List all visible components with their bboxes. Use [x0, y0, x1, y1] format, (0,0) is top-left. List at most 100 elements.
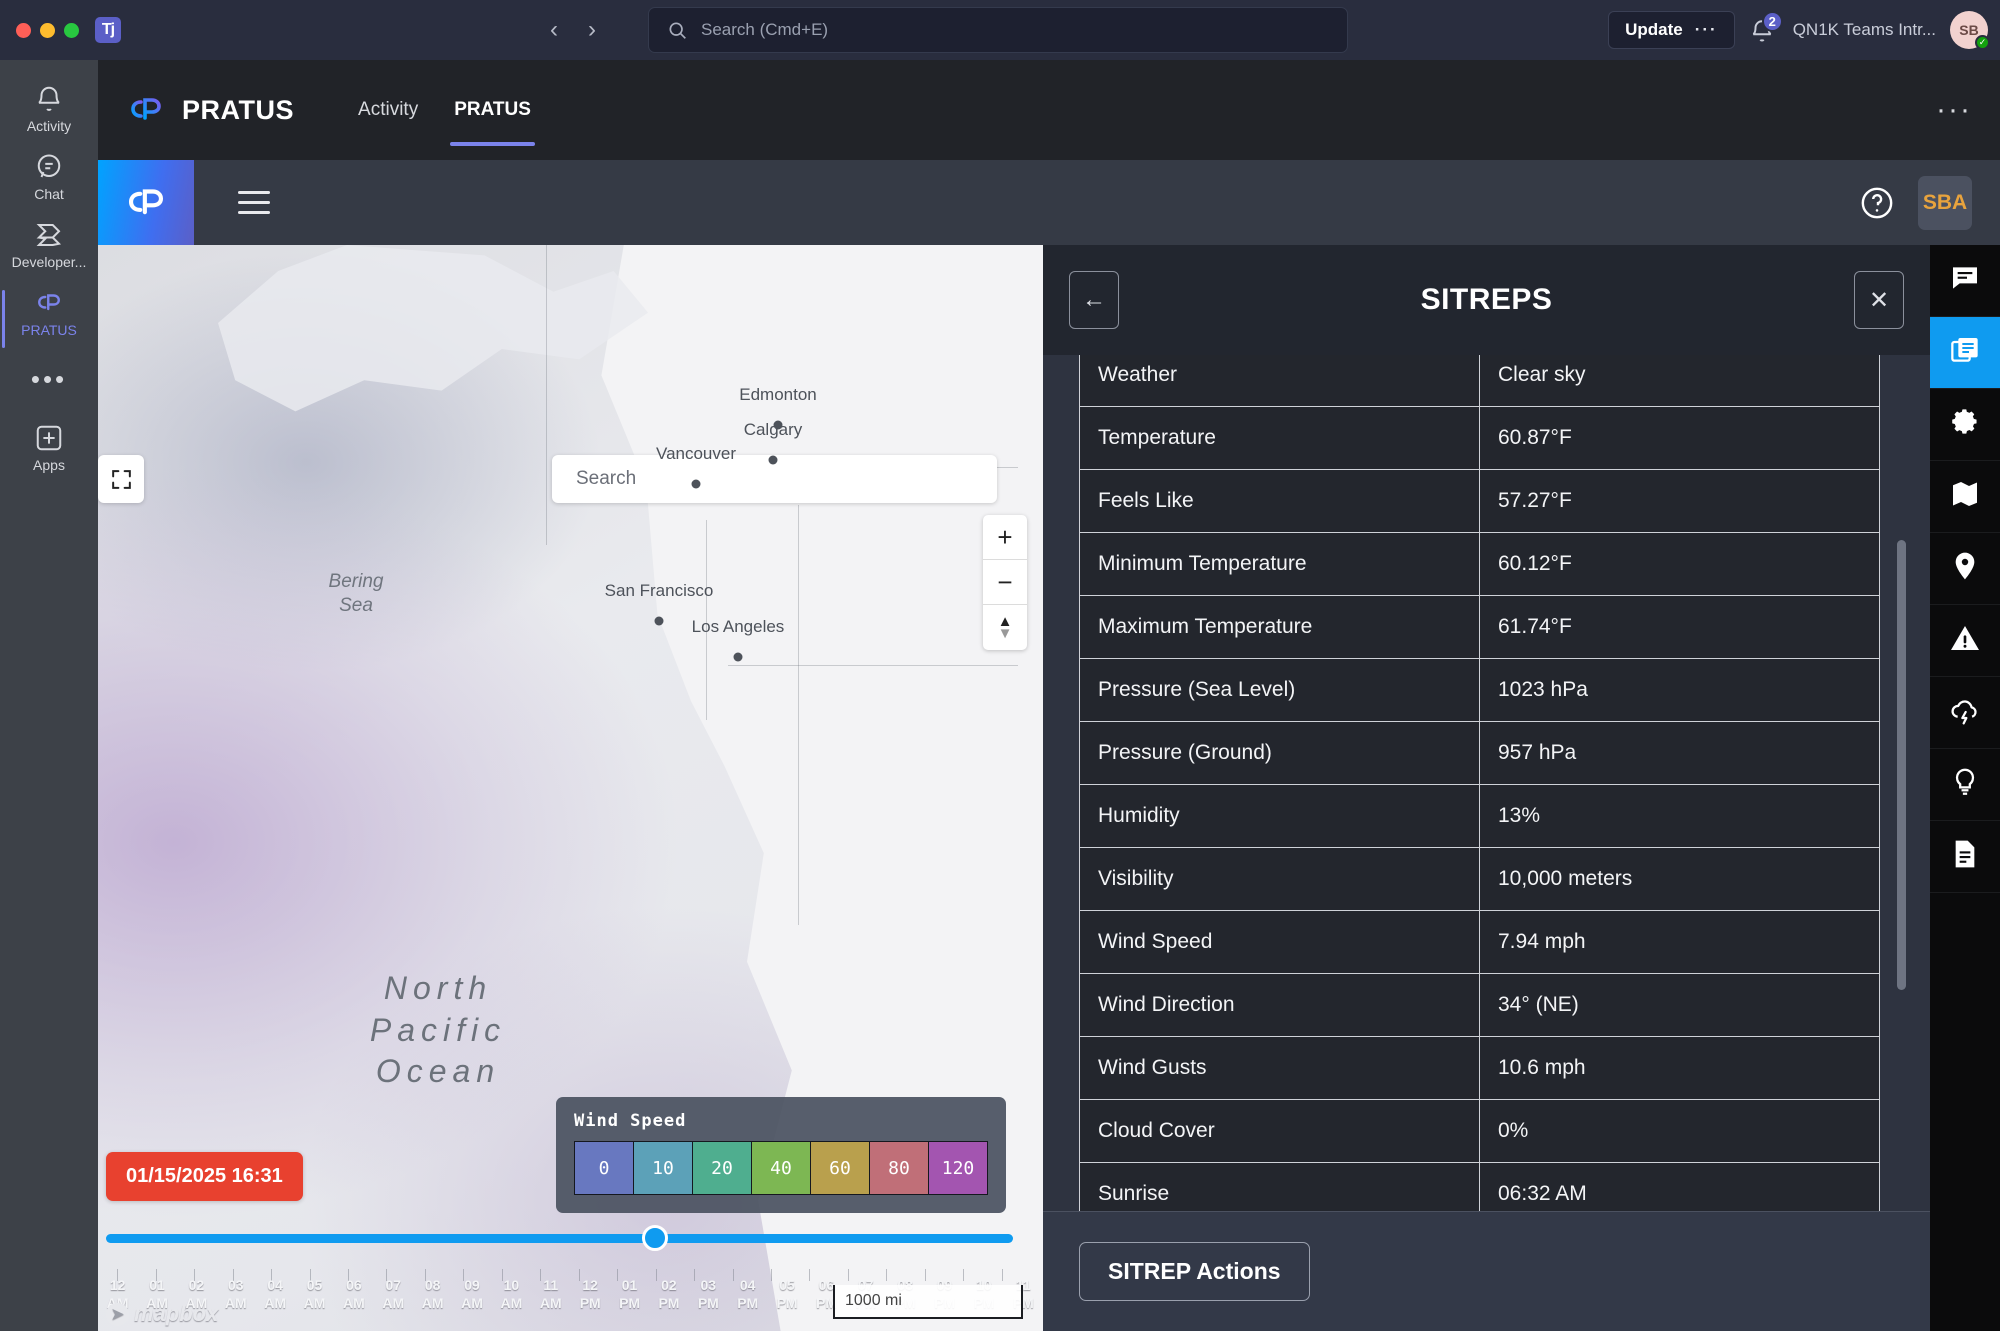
right-rail-filler	[1930, 893, 2000, 1331]
document-icon	[1949, 838, 1981, 875]
chat-bubble-icon	[1949, 262, 1981, 299]
notifications-button[interactable]: 2	[1749, 11, 1783, 47]
mapbox-attribution[interactable]: ➤ mapbox	[106, 1301, 218, 1327]
map-zoom-out-button[interactable]: −	[983, 560, 1027, 605]
timeline-label: 11 AM	[539, 1277, 562, 1311]
tenant-name[interactable]: QN1K Teams Intr...	[1793, 20, 1936, 40]
timeline-slider-track[interactable]	[106, 1234, 1013, 1243]
table-row: Minimum Temperature 60.12°F	[1079, 532, 1880, 596]
map-zoom-controls[interactable]: + − ▲ ▼	[983, 515, 1027, 650]
tool-map[interactable]	[1930, 461, 2000, 533]
app-brand-name: PRATUS	[182, 94, 295, 125]
update-button[interactable]: Update ···	[1608, 11, 1735, 49]
update-overflow-icon[interactable]: ···	[1695, 20, 1718, 40]
tool-weather[interactable]	[1930, 677, 2000, 749]
notification-badge: 2	[1761, 11, 1783, 32]
pratus-icon	[34, 288, 64, 318]
legend-scale: 0 10 20 40 60 80 120	[574, 1141, 988, 1195]
timeline-label: 05 PM	[776, 1277, 798, 1311]
tab-pratus[interactable]: PRATUS	[436, 60, 549, 160]
sitreps-close-button[interactable]: ✕	[1854, 271, 1904, 329]
map-canvas[interactable]: Search + − ▲ ▼ Bering Sea North Pacific Oce…	[98, 245, 1043, 1331]
sitrep-actions-button[interactable]: SITREP Actions	[1079, 1242, 1310, 1301]
tool-insights[interactable]	[1930, 749, 2000, 821]
sitrep-field-name: Visibility	[1079, 847, 1480, 911]
map-scalebar-label: 1000 mi	[845, 1292, 902, 1309]
sidebar-overflow-button[interactable]: •••	[31, 346, 67, 413]
pratus-logo-icon	[126, 90, 166, 130]
maximize-window-button[interactable]	[64, 22, 79, 38]
sitreps-table-scroll-area[interactable]: Weather Clear sky Temperature 60.87°F Feels …	[1043, 355, 1930, 1211]
map-timestamp-badge: 01/15/2025 16:31	[106, 1152, 303, 1201]
sitrep-field-value: 7.94 mph	[1479, 910, 1880, 974]
sidebar-item-apps[interactable]: Apps	[0, 413, 98, 481]
sitrep-field-name: Temperature	[1079, 406, 1480, 470]
table-row: Wind Gusts 10.6 mph	[1079, 1036, 1880, 1100]
timeline-slider-handle[interactable]	[641, 1225, 668, 1251]
help-icon[interactable]	[1860, 186, 1894, 220]
sitreps-table: Weather Clear sky Temperature 60.87°F Feels …	[1079, 355, 1880, 1211]
sitreps-panel-header: ← SITREPS ✕	[1043, 245, 1930, 355]
sitrep-field-value: 10.6 mph	[1479, 1036, 1880, 1100]
sidebar-item-label: PRATUS	[21, 322, 77, 338]
map-compass-button[interactable]: ▲ ▼	[983, 605, 1027, 650]
map-fullscreen-button[interactable]	[98, 455, 144, 503]
map-city-dot	[654, 616, 664, 626]
sitreps-scrollbar[interactable]	[1897, 540, 1906, 990]
window-controls[interactable]	[16, 22, 79, 38]
app-tabs: Activity PRATUS	[340, 60, 549, 160]
presence-available-icon: ✓	[1975, 35, 1990, 50]
sidebar-item-label: Chat	[34, 186, 64, 202]
tool-documents[interactable]	[1930, 821, 2000, 893]
timeline-label: 07 AM	[382, 1277, 405, 1311]
tab-activity[interactable]: Activity	[340, 60, 436, 160]
hamburger-line	[238, 201, 270, 204]
chat-icon	[34, 152, 64, 182]
tool-locations[interactable]	[1930, 533, 2000, 605]
app-tab-header: PRATUS Activity PRATUS ···	[98, 60, 2000, 160]
app-header-overflow-button[interactable]: ···	[1936, 93, 1972, 127]
sitrep-field-value: 60.12°F	[1479, 532, 1880, 596]
update-label: Update	[1625, 20, 1683, 39]
tool-alerts[interactable]	[1930, 605, 2000, 677]
table-row: Feels Like 57.27°F	[1079, 469, 1880, 533]
sitrep-field-value: Clear sky	[1479, 355, 1880, 407]
minimize-window-button[interactable]	[40, 22, 55, 38]
sitreps-back-button[interactable]: ←	[1069, 271, 1119, 329]
sidebar-item-developer[interactable]: Developer...	[0, 210, 98, 278]
timeline-slider[interactable]	[106, 1225, 1013, 1251]
alert-triangle-icon	[1949, 622, 1981, 659]
forward-button[interactable]: ›	[588, 16, 596, 44]
pratus-bar-actions: SBA	[1860, 175, 1972, 230]
legend-cell: 0	[575, 1142, 634, 1194]
table-row: Wind Direction 34° (NE)	[1079, 973, 1880, 1037]
history-navigation[interactable]: ‹ ›	[550, 16, 596, 44]
menu-button[interactable]	[238, 191, 270, 214]
global-search-input[interactable]: Search (Cmd+E)	[648, 7, 1348, 53]
user-badge[interactable]: SBA	[1918, 175, 1972, 230]
tool-settings[interactable]	[1930, 389, 2000, 461]
map-city-label: Los Angeles	[691, 617, 785, 636]
map-icon	[1949, 478, 1981, 515]
sitrep-field-name: Cloud Cover	[1079, 1099, 1480, 1163]
map-scalebar: 1000 mi	[833, 1285, 1023, 1319]
timeline-label: 06 AM	[343, 1277, 365, 1311]
sidebar-item-pratus[interactable]: PRATUS	[0, 278, 98, 348]
search-icon	[667, 20, 687, 40]
back-button[interactable]: ‹	[550, 16, 558, 44]
timeline-label: 04 AM	[264, 1277, 287, 1311]
map-zoom-in-button[interactable]: +	[983, 515, 1027, 560]
right-tool-rail	[1930, 245, 2000, 1331]
tool-sitreps[interactable]	[1930, 317, 2000, 389]
sitrep-field-name: Wind Gusts	[1079, 1036, 1480, 1100]
pratus-home-button[interactable]	[98, 160, 194, 245]
tool-chat[interactable]	[1930, 245, 2000, 317]
sitrep-field-value: 10,000 meters	[1479, 847, 1880, 911]
sidebar-item-chat[interactable]: Chat	[0, 142, 98, 210]
sidebar-item-activity[interactable]: Activity	[0, 74, 98, 142]
map-city-label: San Francisco	[604, 581, 714, 600]
sitreps-panel-footer: SITREP Actions	[1043, 1211, 1930, 1331]
close-window-button[interactable]	[16, 22, 31, 38]
user-avatar[interactable]: SB ✓	[1950, 11, 1990, 50]
sitrep-field-name: Humidity	[1079, 784, 1480, 848]
